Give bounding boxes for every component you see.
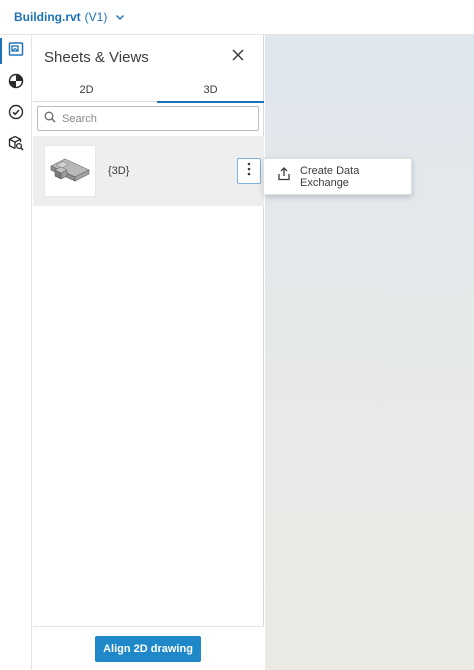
- tab-2d[interactable]: 2D: [33, 78, 140, 102]
- align-2d-drawing-button[interactable]: Align 2D drawing: [95, 636, 201, 662]
- context-menu: Create Data Exchange: [263, 158, 412, 195]
- sheets-views-button[interactable]: [0, 36, 32, 66]
- search-icon: [44, 110, 56, 128]
- sheets-views-icon: [8, 41, 24, 62]
- view-thumbnail: [44, 145, 96, 197]
- close-icon: [232, 48, 244, 66]
- panel-footer: Align 2D drawing: [33, 626, 264, 670]
- model-search-button[interactable]: [0, 130, 32, 160]
- model-viewport[interactable]: [265, 35, 474, 670]
- search-box: [37, 106, 259, 131]
- model-browser-icon: [8, 73, 24, 94]
- search-input[interactable]: [62, 112, 242, 125]
- top-bar: Building.rvt (V1): [0, 0, 474, 35]
- file-name[interactable]: Building.rvt: [14, 10, 81, 24]
- issues-button[interactable]: [0, 99, 32, 129]
- share-upload-icon: [277, 167, 291, 186]
- view-tabs: 2D 3D: [33, 78, 264, 103]
- menu-item-label: Create Data Exchange: [300, 164, 360, 189]
- file-version[interactable]: (V1): [85, 10, 108, 24]
- close-panel-button[interactable]: [230, 49, 246, 65]
- tool-rail: [0, 35, 32, 670]
- cube-search-icon: [8, 135, 24, 156]
- panel-title: Sheets & Views: [44, 49, 149, 66]
- model-browser-button[interactable]: [0, 68, 32, 98]
- sheets-views-panel: Sheets & Views 2D 3D Search {3D} Align 2…: [33, 35, 264, 670]
- menu-item-create-data-exchange[interactable]: Create Data Exchange: [277, 165, 411, 189]
- view-item[interactable]: {3D}: [33, 136, 264, 206]
- view-label: {3D}: [108, 165, 130, 177]
- tab-3d[interactable]: 3D: [157, 78, 264, 103]
- more-options-button[interactable]: [237, 158, 261, 184]
- chevron-down-icon[interactable]: [115, 11, 127, 23]
- more-vertical-icon: [247, 162, 251, 181]
- checkmark-circle-icon: [8, 104, 24, 125]
